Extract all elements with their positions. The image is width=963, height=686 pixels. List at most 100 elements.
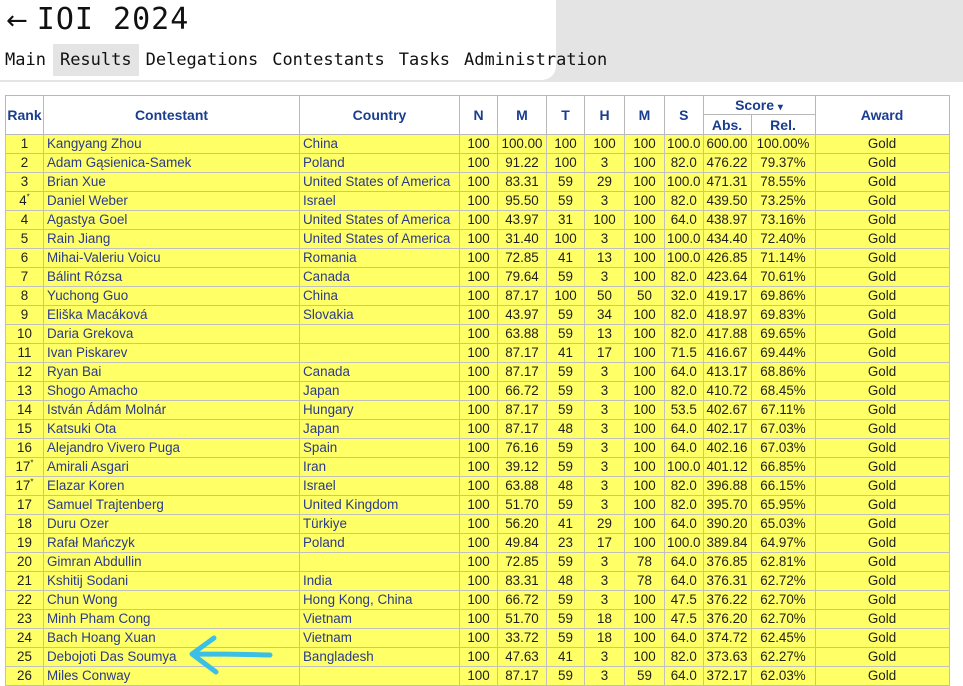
tab-administration[interactable]: Administration bbox=[457, 44, 614, 76]
country-link[interactable]: United Kingdom bbox=[299, 495, 460, 515]
table-row: 4 Agastya Goel United States of America 100… bbox=[5, 210, 950, 230]
contestant-name-link[interactable]: Adam Gąsienica-Samek bbox=[43, 153, 300, 173]
country-link[interactable]: Japan bbox=[299, 419, 460, 439]
header-rank[interactable]: Rank bbox=[5, 95, 44, 135]
table-row: 3 Brian Xue United States of America 100 83.… bbox=[5, 172, 950, 192]
country-link[interactable]: India bbox=[299, 571, 460, 591]
score-abs-text: 426.85 bbox=[706, 250, 748, 265]
contestant-name-link[interactable]: Rafał Mańczyk bbox=[43, 533, 300, 553]
country-link[interactable]: Iran bbox=[299, 457, 460, 477]
tab-results[interactable]: Results bbox=[52, 44, 139, 76]
country-link[interactable]: Romania bbox=[299, 248, 460, 268]
header-task-t[interactable]: T bbox=[546, 95, 585, 135]
score-m2: 100 bbox=[624, 533, 665, 553]
contestant-name-link-text: Brian Xue bbox=[47, 174, 106, 189]
score-s-text: 82.0 bbox=[670, 326, 697, 341]
country-link[interactable]: China bbox=[299, 134, 460, 154]
tab-delegations[interactable]: Delegations bbox=[139, 44, 266, 76]
score-abs-text: 395.70 bbox=[706, 497, 748, 512]
country-link[interactable]: United States of America bbox=[299, 210, 460, 230]
contestant-name-link[interactable]: Daria Grekova bbox=[43, 324, 300, 344]
score-h-text: 3 bbox=[600, 649, 609, 664]
header-task-m2[interactable]: M bbox=[624, 95, 665, 135]
country-link[interactable] bbox=[299, 666, 460, 686]
header-country[interactable]: Country bbox=[299, 95, 460, 135]
tab-contestants[interactable]: Contestants bbox=[265, 44, 392, 76]
contestant-name-link[interactable]: Brian Xue bbox=[43, 172, 300, 192]
score-h-text: 3 bbox=[600, 231, 609, 246]
header-task-m[interactable]: M bbox=[497, 95, 547, 135]
contestant-name-link[interactable]: Elazar Koren bbox=[43, 476, 300, 496]
contestant-name-link[interactable]: Mihai-Valeriu Voicu bbox=[43, 248, 300, 268]
contestant-name-link[interactable]: Duru Ozer bbox=[43, 514, 300, 534]
country-link[interactable]: Türkiye bbox=[299, 514, 460, 534]
tab-tasks[interactable]: Tasks bbox=[392, 44, 457, 76]
score-h-text: 3 bbox=[600, 402, 609, 417]
country-link[interactable]: Israel bbox=[299, 191, 460, 211]
header-score-abs[interactable]: Abs. bbox=[702, 114, 752, 135]
contestant-name-link[interactable]: Samuel Trajtenberg bbox=[43, 495, 300, 515]
country-link[interactable]: Vietnam bbox=[299, 628, 460, 648]
country-link[interactable]: Hong Kong, China bbox=[299, 590, 460, 610]
header-score-rel[interactable]: Rel. bbox=[750, 114, 816, 135]
country-link-text: China bbox=[303, 288, 338, 303]
header-task-n[interactable]: N bbox=[459, 95, 498, 135]
contestant-name-link[interactable]: Kangyang Zhou bbox=[43, 134, 300, 154]
header-task-h[interactable]: H bbox=[584, 95, 625, 135]
score-m-text: 72.85 bbox=[505, 250, 539, 265]
country-link[interactable]: United States of America bbox=[299, 229, 460, 249]
contestant-name-link[interactable]: Chun Wong bbox=[43, 590, 300, 610]
country-link[interactable]: Israel bbox=[299, 476, 460, 496]
back-arrow-icon[interactable]: ← bbox=[6, 6, 29, 36]
score-t: 48 bbox=[546, 476, 585, 496]
header-score[interactable]: Score ▾ bbox=[702, 95, 816, 115]
country-link[interactable]: Spain bbox=[299, 438, 460, 458]
country-link[interactable]: Hungary bbox=[299, 400, 460, 420]
contestant-name-link[interactable]: Daniel Weber bbox=[43, 191, 300, 211]
rank-cell: 3 bbox=[5, 172, 44, 192]
contestant-name-link[interactable]: Amirali Asgari bbox=[43, 457, 300, 477]
contestant-name-link[interactable]: Yuchong Guo bbox=[43, 286, 300, 306]
contestant-name-link[interactable]: Eliška Macáková bbox=[43, 305, 300, 325]
contestant-name-link[interactable]: Agastya Goel bbox=[43, 210, 300, 230]
header-award[interactable]: Award bbox=[814, 95, 950, 135]
contestant-name-link[interactable]: Gimran Abdullin bbox=[43, 552, 300, 572]
country-link[interactable] bbox=[299, 343, 460, 363]
contestant-name-link[interactable]: Ivan Piskarev bbox=[43, 343, 300, 363]
score-rel: 78.55% bbox=[750, 172, 816, 192]
score-s-text: 64.0 bbox=[670, 421, 697, 436]
score-m-text: 83.31 bbox=[505, 174, 539, 189]
score-m-text: 56.20 bbox=[505, 516, 539, 531]
country-link[interactable] bbox=[299, 324, 460, 344]
score-m2: 100 bbox=[624, 647, 665, 667]
contestant-name-link[interactable]: Shogo Amacho bbox=[43, 381, 300, 401]
header-contestant[interactable]: Contestant bbox=[43, 95, 300, 135]
tab-main[interactable]: Main bbox=[0, 44, 53, 76]
contestant-name-link[interactable]: István Ádám Molnár bbox=[43, 400, 300, 420]
country-link[interactable]: Japan bbox=[299, 381, 460, 401]
contestant-name-link[interactable]: Kshitij Sodani bbox=[43, 571, 300, 591]
contestant-name-link[interactable]: Rain Jiang bbox=[43, 229, 300, 249]
country-link[interactable]: Slovakia bbox=[299, 305, 460, 325]
country-link[interactable]: Bangladesh bbox=[299, 647, 460, 667]
contestant-name-link[interactable]: Bálint Rózsa bbox=[43, 267, 300, 287]
score-m-text: 49.84 bbox=[505, 535, 539, 550]
score-m: 47.63 bbox=[497, 647, 547, 667]
country-link[interactable]: Canada bbox=[299, 362, 460, 382]
country-link[interactable]: United States of America bbox=[299, 172, 460, 192]
score-m: 79.64 bbox=[497, 267, 547, 287]
score-rel: 62.03% bbox=[750, 666, 816, 686]
contestant-name-link[interactable]: Alejandro Vivero Puga bbox=[43, 438, 300, 458]
contestant-name-link[interactable]: Ryan Bai bbox=[43, 362, 300, 382]
country-link[interactable]: Poland bbox=[299, 533, 460, 553]
score-rel-text: 78.55% bbox=[760, 174, 806, 189]
header-task-s[interactable]: S bbox=[664, 95, 704, 135]
country-link[interactable]: Vietnam bbox=[299, 609, 460, 629]
country-link[interactable] bbox=[299, 552, 460, 572]
contestant-name-link[interactable]: Katsuki Ota bbox=[43, 419, 300, 439]
score-rel: 68.86% bbox=[750, 362, 816, 382]
country-link[interactable]: Poland bbox=[299, 153, 460, 173]
country-link[interactable]: Canada bbox=[299, 267, 460, 287]
contestant-name-link[interactable]: Minh Pham Cong bbox=[43, 609, 300, 629]
country-link[interactable]: China bbox=[299, 286, 460, 306]
